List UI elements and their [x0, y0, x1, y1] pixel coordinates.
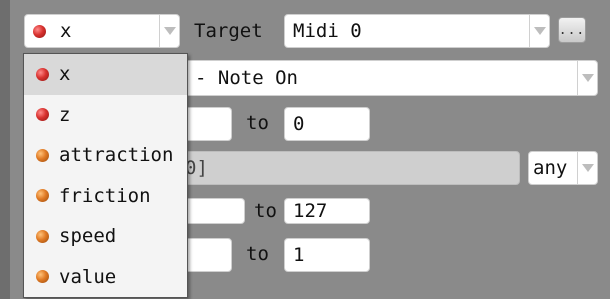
dropdown-item-label: value [59, 265, 117, 288]
scope-select-value: any [533, 157, 568, 179]
target-label: Target [194, 20, 263, 42]
chevron-down-icon[interactable] [159, 15, 179, 47]
dropdown-item-label: friction [59, 184, 151, 207]
orange-dot-icon [36, 270, 49, 284]
range2-to-label: to [254, 200, 277, 222]
message-select[interactable]: - Note On [170, 60, 598, 96]
source-select-value: x [60, 20, 72, 42]
range2-to-value: 127 [293, 200, 328, 222]
red-dot-icon [33, 24, 46, 38]
source-dropdown-menu: x z attraction friction speed value [23, 53, 188, 298]
dropdown-item-x[interactable]: x [24, 54, 187, 95]
chevron-down-icon[interactable] [577, 61, 597, 95]
dropdown-item-z[interactable]: z [24, 95, 187, 136]
pattern-value: 0] [185, 157, 208, 179]
dropdown-item-label: x [59, 63, 71, 86]
red-dot-icon [36, 67, 49, 81]
red-dot-icon [36, 108, 49, 122]
range1-to-label: to [246, 112, 269, 134]
dropdown-item-value[interactable]: value [24, 257, 187, 298]
more-button[interactable]: ... [558, 17, 586, 43]
range3-to-field[interactable]: 1 [284, 238, 370, 272]
target-select[interactable]: Midi 0 [284, 14, 550, 48]
orange-dot-icon [36, 229, 49, 243]
range1-to-value: 0 [293, 113, 305, 135]
range1-to-field[interactable]: 0 [284, 107, 370, 141]
left-border [0, 0, 10, 299]
orange-dot-icon [36, 148, 49, 162]
dropdown-item-label: attraction [59, 144, 174, 167]
range3-to-value: 1 [293, 244, 305, 266]
dropdown-item-label: z [59, 103, 71, 126]
chevron-down-icon[interactable] [577, 152, 597, 184]
source-select[interactable]: x [24, 14, 180, 48]
chevron-down-icon[interactable] [529, 15, 549, 47]
scope-select[interactable]: any [528, 151, 598, 185]
dropdown-item-label: speed [59, 225, 117, 248]
range2-to-field[interactable]: 127 [284, 198, 370, 224]
dropdown-item-speed[interactable]: speed [24, 216, 187, 257]
target-select-value: Midi 0 [293, 20, 362, 42]
dropdown-item-attraction[interactable]: attraction [24, 135, 187, 176]
orange-dot-icon [36, 189, 49, 203]
dropdown-item-friction[interactable]: friction [24, 176, 187, 217]
message-select-value: - Note On [195, 67, 298, 89]
pattern-field[interactable]: 0] [170, 151, 520, 185]
range3-to-label: to [246, 243, 269, 265]
